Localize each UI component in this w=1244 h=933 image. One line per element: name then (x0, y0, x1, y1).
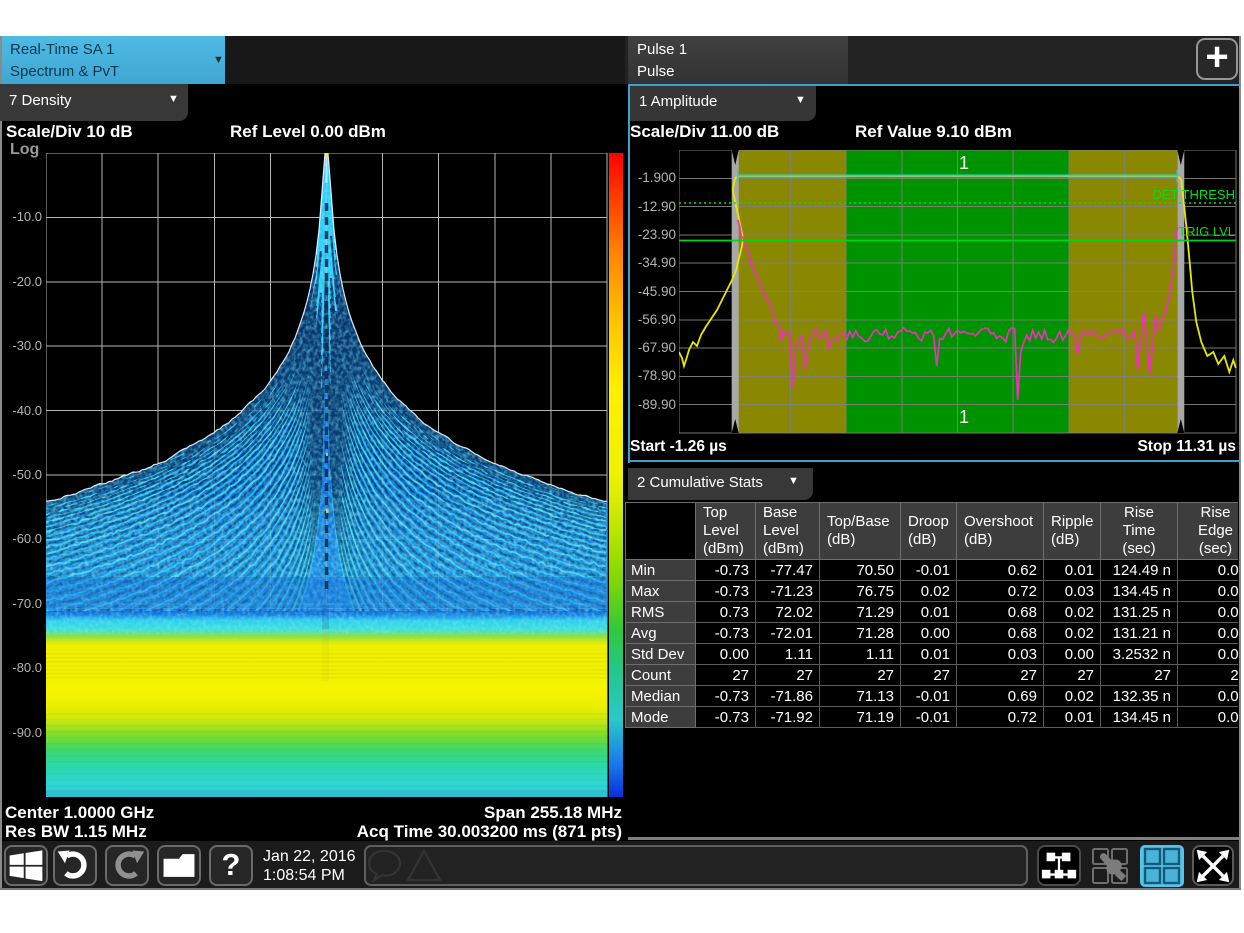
svg-text:1: 1 (959, 153, 969, 173)
svg-text:DET THRESH: DET THRESH (1152, 187, 1235, 202)
svg-text:TRIG LVL: TRIG LVL (1178, 224, 1235, 239)
svg-text:1: 1 (959, 407, 969, 427)
